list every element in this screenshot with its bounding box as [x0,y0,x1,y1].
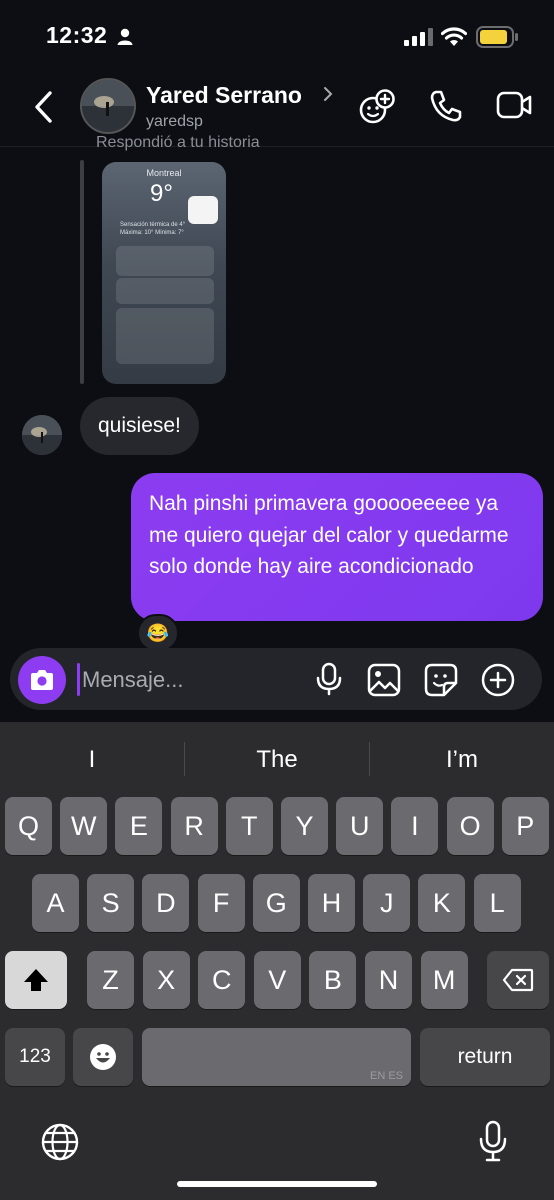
story-daily-card [116,308,214,364]
outgoing-message[interactable]: Nah pinshi primavera gooooeeeee ya me qu… [131,473,543,621]
story-reply-caption: Respondió a tu historia [96,134,260,151]
sender-avatar[interactable] [22,415,62,455]
backspace-icon [502,968,534,992]
suggestion-3[interactable]: I’m [370,738,554,782]
text-cursor [77,663,80,696]
key-y[interactable]: Y [281,797,328,855]
dictation-mic-icon[interactable] [478,1120,508,1164]
shift-icon [24,969,48,991]
numbers-key[interactable]: 123 [5,1028,65,1086]
story-range: Máxima: 10° Mínima: 7° [120,230,184,236]
story-forecast-card [116,246,214,276]
key-j[interactable]: J [363,874,411,932]
message-input[interactable] [82,663,302,697]
story-temp: 9° [150,180,173,207]
key-b[interactable]: B [309,951,357,1009]
key-w[interactable]: W [60,797,108,855]
back-arrow-icon[interactable] [32,90,54,124]
camera-button[interactable] [18,656,66,704]
shift-key[interactable] [5,951,67,1009]
home-indicator [177,1181,377,1187]
key-q[interactable]: Q [5,797,52,855]
key-d[interactable]: D [142,874,190,932]
story-sticker [188,196,218,224]
wifi-icon [441,27,467,46]
key-v[interactable]: V [253,951,301,1009]
key-o[interactable]: O [446,797,494,855]
story-hourly-card [116,278,214,304]
contact-username: yaredsp [146,113,203,130]
story-city: Montreal [146,168,182,178]
space-language-label: EN ES [369,1070,403,1082]
key-r[interactable]: R [170,797,218,855]
key-n[interactable]: N [365,951,412,1009]
suggestion-2[interactable]: The [185,738,369,782]
phone-icon[interactable] [428,88,464,124]
incoming-message[interactable]: quisiese! [80,397,199,455]
key-l[interactable]: L [473,874,521,932]
key-c[interactable]: C [198,951,246,1009]
chevron-right-icon[interactable] [323,86,333,102]
story-quote-bar [80,160,84,384]
cellular-signal-icon [404,28,433,46]
add-circle-icon[interactable] [481,663,515,697]
suggestion-1[interactable]: I [0,738,184,782]
space-key[interactable]: EN ES [142,1028,411,1086]
header-avatar[interactable] [80,78,136,134]
contact-name[interactable]: Yared Serrano [146,82,302,109]
key-h[interactable]: H [308,874,355,932]
key-k[interactable]: K [418,874,466,932]
key-e[interactable]: E [115,797,163,855]
key-z[interactable]: Z [87,951,134,1009]
microphone-icon[interactable] [315,662,343,696]
key-t[interactable]: T [225,797,273,855]
video-camera-icon[interactable] [496,90,532,120]
emoji-icon [90,1044,116,1070]
person-icon [117,28,133,45]
story-feels: Sensación térmica de 4° [120,222,186,228]
emoji-key[interactable] [73,1028,133,1086]
key-m[interactable]: M [420,951,468,1009]
key-i[interactable]: I [391,797,439,855]
key-f[interactable]: F [197,874,245,932]
key-a[interactable]: A [32,874,79,932]
status-time: 12:32 [46,22,108,48]
key-g[interactable]: G [252,874,300,932]
key-s[interactable]: S [87,874,135,932]
key-x[interactable]: X [142,951,190,1009]
story-preview[interactable]: Montreal 9° Sensación térmica de 4° Máxi… [102,162,226,384]
battery-icon [476,26,518,48]
effects-icon[interactable] [358,88,396,126]
key-p[interactable]: P [501,797,549,855]
message-reaction[interactable]: 😂 [137,614,179,652]
return-key[interactable]: return [420,1028,550,1086]
globe-icon[interactable] [40,1122,80,1162]
gallery-icon[interactable] [367,663,401,697]
sticker-icon[interactable] [424,663,458,697]
camera-icon [31,670,53,690]
key-u[interactable]: U [336,797,384,855]
header-divider [0,146,554,147]
delete-key[interactable] [487,951,549,1009]
